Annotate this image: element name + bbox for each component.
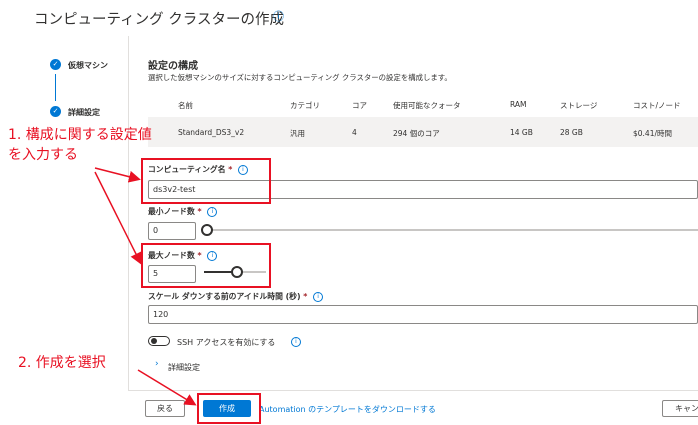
arrow-to-max-nodes bbox=[94, 171, 142, 265]
arrow-to-compute-name bbox=[94, 167, 141, 183]
annotation-arrows bbox=[94, 167, 197, 406]
arrow-to-create bbox=[137, 369, 197, 406]
